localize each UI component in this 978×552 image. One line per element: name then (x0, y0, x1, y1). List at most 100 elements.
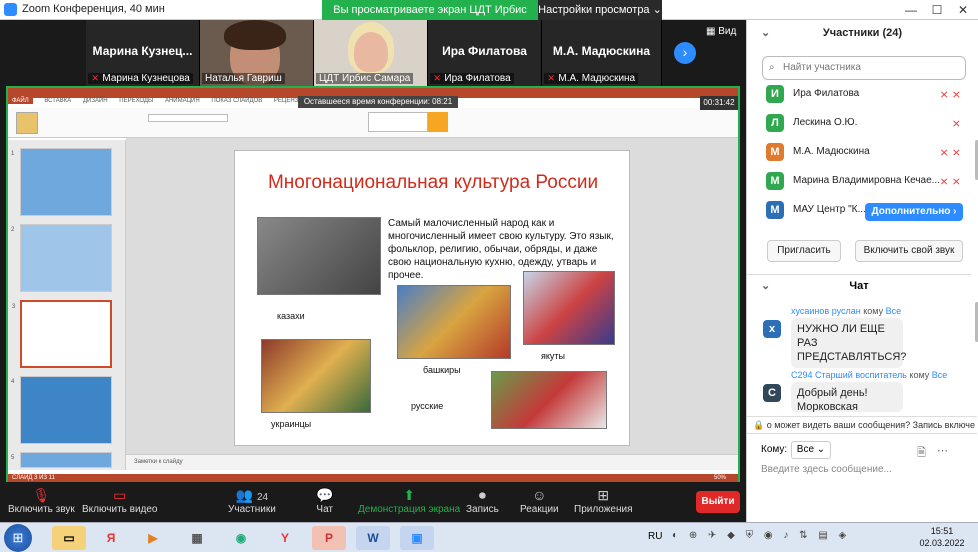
slide-counter: СЛАЙД 3 ИЗ 11 (12, 475, 55, 481)
participants-header: ⌄ Участники (24) (747, 20, 978, 46)
side-panel: ⌄ Участники (24) ⌕ Найти участника И Ира… (746, 20, 978, 522)
yandex-browser-icon[interactable]: Y (268, 526, 302, 550)
caption-bashkirs: башкиры (423, 365, 461, 375)
unmute-self-button[interactable]: Включить свой звук (855, 240, 963, 262)
message-text: Добрый день! Морковская (791, 382, 903, 412)
chat-button[interactable]: 💬 Чат (316, 486, 333, 515)
participants-title: Участники (24) (822, 27, 903, 39)
tab-animation: АНИМАЦИЯ (164, 98, 200, 104)
collapse-chevron-icon[interactable]: ⌄ (761, 275, 770, 297)
tab-slideshow: ПОКАЗ СЛАЙДОВ (211, 98, 263, 104)
participant-row[interactable]: Л Лескина О.Ю. ⨯ (747, 109, 971, 138)
message-text: НУЖНО ЛИ ЕЩЕ РАЗ ПРЕДСТАВЛЯТЬСЯ? (791, 318, 906, 368)
tab-file: ФАЙЛ (8, 98, 33, 104)
current-slide: Многонациональная культура России Самый … (234, 150, 630, 446)
kazakhs-photo (257, 217, 381, 295)
tile-label: ⨯ М.А. Мадюскина (544, 73, 639, 84)
tile-label: ⨯ Ира Филатова (430, 73, 514, 84)
tile-label: ЦДТ Ирбис Самара (316, 73, 414, 84)
chat-title: Чат (849, 280, 869, 292)
start-button[interactable]: ⊞ (4, 524, 32, 552)
meeting-time-remaining: Оставшееся время конференции: 08:21 (298, 96, 458, 108)
clock-time: 15:51 (930, 526, 954, 536)
zoom-level: 50% (713, 475, 726, 481)
tile-label: Наталья Гавриш (202, 73, 285, 84)
ribbon (8, 108, 738, 138)
record-icon: ⏺ (478, 487, 486, 503)
avatar: М (766, 143, 784, 161)
lock-icon: 🔒 (753, 420, 767, 430)
tile-display-name: Марина Кузнец... (92, 44, 193, 58)
video-strip: Марина Кузнец... ⨯ Марина Кузнецова Натал… (0, 20, 746, 86)
participant-row[interactable]: М М.А. Мадюскина ⨯ ⨯ (747, 138, 971, 167)
russians-photo (491, 371, 607, 429)
close-button[interactable]: ✕ (950, 0, 976, 20)
chat-visibility-notice[interactable]: 🔒 о может видеть ваши сообщения? Запись … (747, 416, 977, 434)
reactions-button[interactable]: ☺ Реакции (520, 486, 559, 515)
powerpoint-icon[interactable]: P (312, 526, 346, 550)
start-video-button[interactable]: ▭ Включить видео (82, 486, 158, 515)
apps-button[interactable]: ⊞ Приложения (574, 486, 633, 515)
next-page-icon[interactable]: › (674, 42, 696, 64)
mic-muted-icon: ⨯ (91, 73, 100, 84)
more-options-button[interactable]: Дополнительно › (865, 203, 963, 221)
elapsed-timer: 00:31:42 (700, 96, 738, 110)
file-icon[interactable]: 🗎 (917, 444, 926, 463)
chat-recipient-select[interactable]: Все ⌄ (791, 441, 831, 459)
apps-icon: ⊞ (597, 487, 610, 503)
participant-face (354, 32, 388, 72)
chat-icon: 💬 (316, 487, 334, 503)
avatar: х (763, 320, 781, 338)
participant-row[interactable]: М Марина Владимировна Кечае... ⨯ ⨯ (747, 167, 971, 196)
chrome-icon[interactable]: ◉ (224, 526, 258, 550)
message-sender: С294 Старший воспитатель кому Все (791, 370, 948, 380)
mic-muted-icon: ⨯ (433, 73, 442, 84)
record-button[interactable]: ⏺ Запись (466, 486, 499, 515)
caption-kazakhs: казахи (277, 311, 305, 321)
yakuts-photo (523, 271, 615, 345)
tab-design: ДИЗАЙН (82, 98, 108, 104)
minimize-button[interactable]: — (898, 0, 924, 20)
caption-ukrainians: украинцы (271, 419, 312, 429)
tile-display-name: М.А. Мадюскина (552, 44, 651, 58)
video-tile[interactable]: Марина Кузнец... ⨯ Марина Кузнецова (86, 20, 200, 86)
clock[interactable]: 15:51 02.03.2022 (912, 525, 972, 549)
mic-video-muted-icon: ⨯ ⨯ (939, 176, 962, 188)
tray-icons[interactable]: ◐ ⊕ ✈ ◆ ⛨ ◉ ♪ ⇅ ▤ ◈ (672, 530, 850, 541)
language-indicator[interactable]: RU (648, 531, 662, 542)
zoom-taskbar-icon[interactable]: ▣ (400, 526, 434, 550)
slide-thumbnail: 1 (11, 148, 112, 216)
avatar: С (763, 384, 781, 402)
zoom-logo-icon (4, 3, 17, 16)
yandex-icon[interactable]: Я (94, 526, 128, 550)
app-icon[interactable]: ▦ (180, 526, 214, 550)
leave-button[interactable]: Выйти (696, 491, 740, 513)
video-tile[interactable]: М.А. Мадюскина ⨯ М.А. Мадюскина (542, 20, 662, 86)
invite-button[interactable]: Пригласить (767, 240, 841, 262)
share-screen-button[interactable]: ⬆ Демонстрация экрана (358, 486, 460, 515)
media-player-icon[interactable]: ▶ (136, 526, 170, 550)
view-options-button[interactable]: Настройки просмотра ⌄ (538, 0, 662, 20)
participant-row[interactable]: И Ира Филатова ⨯ ⨯ (747, 80, 971, 109)
chat-header: ⌄ Чат (747, 274, 971, 296)
caption-russians: русские (411, 401, 444, 411)
video-tile[interactable]: Наталья Гавриш (200, 20, 314, 86)
participants-button[interactable]: 👥 24 Участники (228, 486, 276, 515)
participant-name: Лескина О.Ю. (793, 117, 858, 128)
more-icon[interactable]: ⋯ (937, 444, 948, 457)
maximize-button[interactable]: ☐ (924, 0, 950, 20)
participants-icon: 👥 24 (235, 487, 269, 503)
mic-video-muted-icon: ⨯ ⨯ (939, 89, 962, 101)
participant-search-input[interactable]: ⌕ Найти участника (762, 56, 966, 80)
explorer-icon[interactable]: ▭ (52, 526, 86, 550)
word-icon[interactable]: W (356, 526, 390, 550)
unmute-button[interactable]: 🎙 Включить звук (8, 486, 75, 515)
video-tile[interactable]: Ира Филатова ⨯ Ира Филатова (428, 20, 542, 86)
participant-name: Марина Владимировна Кечае... (793, 175, 940, 186)
window-title: Zoom Конференция, 40 мин (22, 3, 165, 15)
collapse-chevron-icon[interactable]: ⌄ (761, 20, 770, 46)
view-toggle[interactable]: ▦ Вид (706, 26, 736, 37)
caption-yakuts: якуты (541, 351, 566, 361)
chat-input[interactable]: Введите здесь сообщение... (761, 464, 961, 475)
video-tile[interactable]: ЦДТ Ирбис Самара (314, 20, 428, 86)
